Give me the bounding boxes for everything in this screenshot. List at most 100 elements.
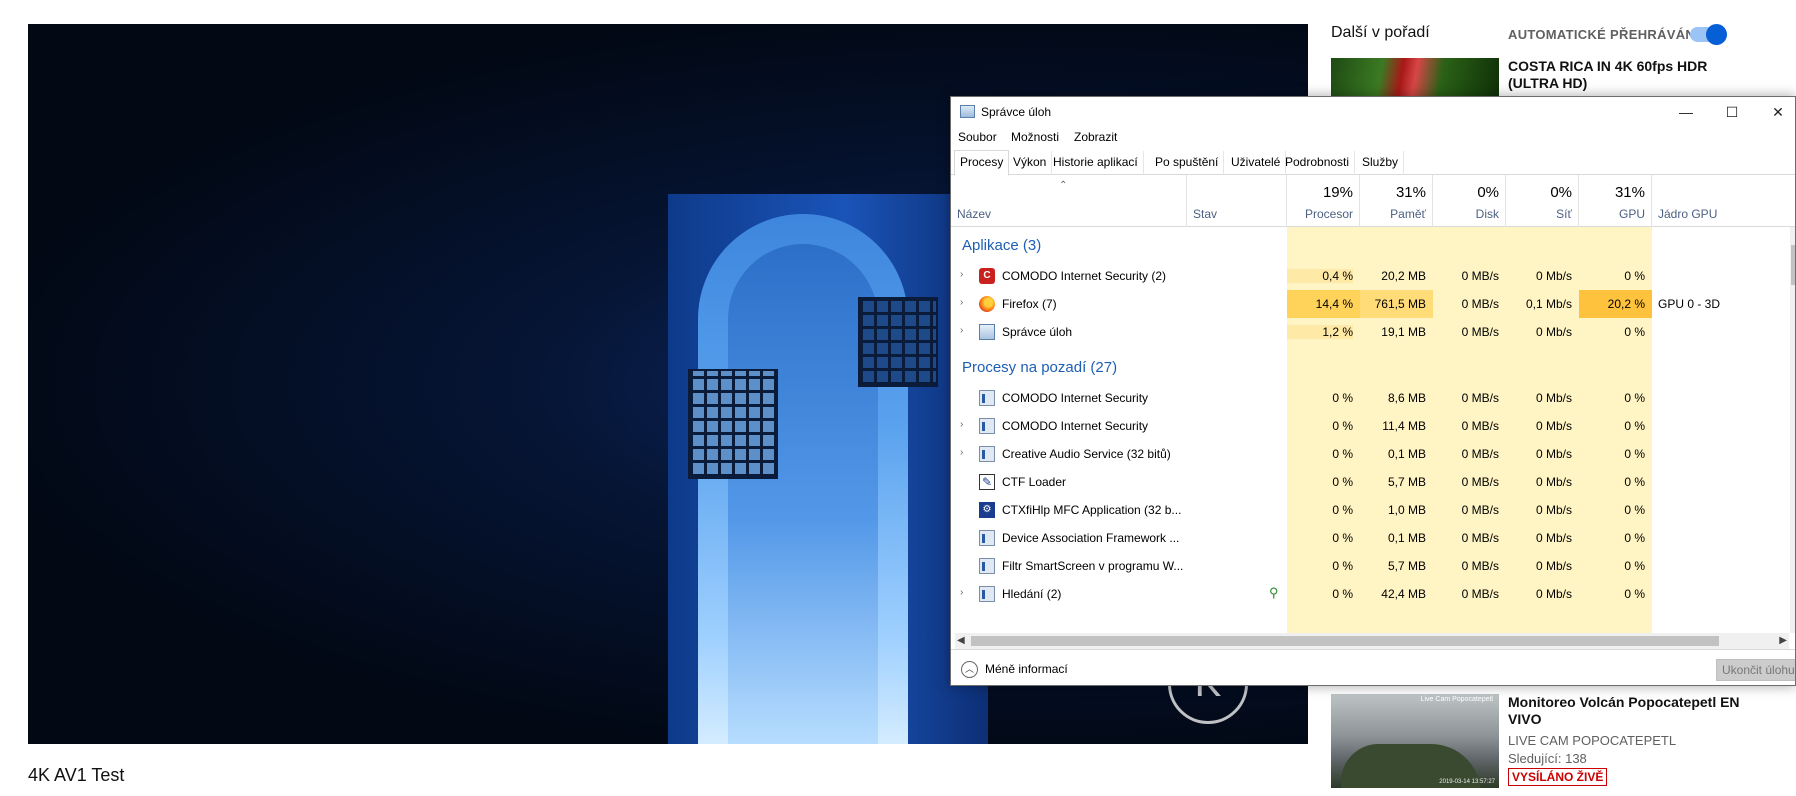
video-scene-doorway — [728, 244, 878, 744]
network-value: 0 Mb/s — [1535, 559, 1572, 573]
process-name: COMODO Internet Security (2) — [1002, 269, 1167, 283]
gpu-value: 0 % — [1624, 391, 1645, 405]
disk-value: 0 MB/s — [1461, 391, 1499, 405]
process-row[interactable]: Filtr SmartScreen v programu W... 0 % 5,… — [951, 552, 1791, 580]
gpu-value: 0 % — [1624, 475, 1645, 489]
autoplay-toggle[interactable] — [1690, 24, 1727, 45]
service-icon — [979, 390, 995, 406]
autoplay-label: AUTOMATICKÉ PŘEHRÁVÁNÍ — [1508, 27, 1700, 42]
network-value: 0 Mb/s — [1535, 447, 1572, 461]
gpu-value: 0 % — [1624, 447, 1645, 461]
vertical-scroll-thumb[interactable] — [1791, 245, 1795, 285]
recommendation-title[interactable]: Monitoreo Volcán Popocatepetl EN VIVO — [1508, 694, 1758, 728]
title-bar[interactable]: Správce úloh — ☐ ✕ — [951, 97, 1795, 127]
column-network[interactable]: 0% Síť — [1506, 175, 1579, 227]
column-disk[interactable]: 0% Disk — [1433, 175, 1506, 227]
end-task-button[interactable]: Ukončit úlohu — [1716, 659, 1795, 681]
process-name: CTXfiHlp MFC Application (32 b... — [1002, 503, 1182, 517]
recommendation-thumbnail[interactable] — [1331, 58, 1499, 98]
ctf-loader-icon: ✎ — [979, 474, 995, 490]
cpu-value: 14,4 % — [1315, 297, 1353, 311]
service-icon — [979, 446, 995, 462]
column-gpu-engine[interactable]: Jádro GPU — [1652, 175, 1792, 227]
column-status[interactable]: Stav — [1187, 175, 1287, 227]
service-icon — [979, 586, 995, 602]
autoplay-toggle-knob — [1706, 24, 1727, 45]
expand-chevron-icon[interactable]: › — [960, 325, 963, 336]
menu-item-file[interactable]: Soubor — [958, 130, 997, 144]
disk-value: 0 MB/s — [1461, 447, 1499, 461]
column-gpu[interactable]: 31% GPU — [1579, 175, 1652, 227]
disk-value: 0 MB/s — [1461, 531, 1499, 545]
column-header-row: ⌃ Název Stav 19% Procesor 31% Paměť 0% Disk… — [951, 175, 1795, 227]
network-value: 0 Mb/s — [1535, 531, 1572, 545]
process-row[interactable]: › Hledání (2) ⚲ 0 % 42,4 MB 0 MB/s 0 Mb/… — [951, 580, 1791, 608]
process-row[interactable]: ⚙ CTXfiHlp MFC Application (32 b... 0 % … — [951, 496, 1791, 524]
recommendation-channel[interactable]: LIVE CAM POPOCATEPETL — [1508, 733, 1676, 748]
process-name: Device Association Framework ... — [1002, 531, 1180, 545]
process-row[interactable]: › C COMODO Internet Security (2) 0,4 % 2… — [951, 262, 1791, 290]
process-name: Hledání (2) — [1002, 587, 1062, 601]
network-value: 0 Mb/s — [1535, 503, 1572, 517]
gpu-value: 0 % — [1624, 531, 1645, 545]
video-scene-window-right — [858, 297, 938, 387]
expand-chevron-icon[interactable]: › — [960, 297, 963, 308]
process-row[interactable]: › Firefox (7) 14,4 % 761,5 MB 0 MB/s 0,1… — [951, 290, 1791, 318]
memory-value: 5,7 MB — [1387, 559, 1426, 573]
memory-value: 1,0 MB — [1387, 503, 1426, 517]
process-row[interactable]: › Správce úloh 1,2 % 19,1 MB 0 MB/s 0 Mb… — [951, 318, 1791, 346]
recommendation-thumbnail[interactable]: Live Cam Popocatepetl 2019-03-14 13:57:2… — [1331, 694, 1499, 788]
expand-chevron-icon[interactable]: › — [960, 587, 963, 598]
menu-item-view[interactable]: Zobrazit — [1074, 130, 1117, 144]
column-name[interactable]: Název — [951, 175, 1187, 227]
maximize-button[interactable]: ☐ — [1709, 97, 1755, 127]
disk-value: 0 MB/s — [1461, 587, 1499, 601]
tab-details[interactable]: Podrobnosti — [1280, 151, 1356, 175]
memory-value: 0,1 MB — [1387, 447, 1426, 461]
task-manager-icon — [960, 105, 975, 118]
group-background-title: Procesy na pozadí (27) — [962, 359, 1118, 376]
scroll-right-arrow-icon[interactable]: ▶ — [1779, 633, 1787, 649]
tab-startup[interactable]: Po spuštění — [1150, 151, 1225, 175]
recommendation-viewers: Sledující: 138 — [1508, 751, 1587, 766]
chevron-up-circle-icon[interactable]: ︿ — [961, 661, 978, 678]
cpu-value: 0 % — [1332, 531, 1353, 545]
process-name: CTF Loader — [1002, 475, 1067, 489]
memory-value: 761,5 MB — [1374, 297, 1426, 311]
minimize-button[interactable]: — — [1663, 97, 1709, 127]
column-cpu[interactable]: 19% Procesor — [1287, 175, 1360, 227]
process-row[interactable]: › COMODO Internet Security 0 % 11,4 MB 0… — [951, 412, 1791, 440]
close-button[interactable]: ✕ — [1755, 97, 1795, 127]
process-row[interactable]: COMODO Internet Security 0 % 8,6 MB 0 MB… — [951, 384, 1791, 412]
process-row[interactable]: › Creative Audio Service (32 bitů) 0 % 0… — [951, 440, 1791, 468]
fewer-details-link[interactable]: Méně informací — [985, 662, 1068, 676]
memory-value: 20,2 MB — [1381, 269, 1426, 283]
process-name: Creative Audio Service (32 bitů) — [1002, 447, 1171, 461]
service-icon — [979, 418, 995, 434]
menu-item-options[interactable]: Možnosti — [1011, 130, 1059, 144]
thumbnail-timestamp: 2019-03-14 13:57:27 — [1439, 779, 1495, 785]
tab-users[interactable]: Uživatelé — [1226, 151, 1287, 175]
thumbnail-tag: Live Cam Popocatepetl — [1420, 696, 1493, 703]
expand-chevron-icon[interactable]: › — [960, 269, 963, 280]
process-row[interactable]: Device Association Framework ... 0 % 0,1… — [951, 524, 1791, 552]
memory-value: 42,4 MB — [1381, 587, 1426, 601]
gpu-value: 0 % — [1624, 503, 1645, 517]
column-memory[interactable]: 31% Paměť — [1360, 175, 1433, 227]
horizontal-scrollbar[interactable]: ◀ ▶ — [955, 633, 1789, 649]
process-row[interactable]: ✎ CTF Loader 0 % 5,7 MB 0 MB/s 0 Mb/s 0 … — [951, 468, 1791, 496]
tab-app-history[interactable]: Historie aplikací — [1048, 151, 1144, 175]
tab-performance[interactable]: Výkon — [1008, 151, 1053, 175]
cpu-value: 0 % — [1332, 391, 1353, 405]
horizontal-scroll-thumb[interactable] — [971, 636, 1719, 646]
scroll-left-arrow-icon[interactable]: ◀ — [957, 633, 965, 649]
tab-processes[interactable]: Procesy — [954, 150, 1010, 176]
expand-chevron-icon[interactable]: › — [960, 447, 963, 458]
tab-services[interactable]: Služby — [1357, 151, 1405, 175]
vertical-scrollbar[interactable] — [1790, 227, 1795, 633]
expand-chevron-icon[interactable]: › — [960, 419, 963, 430]
recommendation-title[interactable]: COSTA RICA IN 4K 60fps HDR (ULTRA HD) — [1508, 58, 1758, 92]
firefox-icon — [979, 296, 995, 312]
memory-value: 11,4 MB — [1382, 419, 1426, 433]
cpu-value: 0 % — [1332, 587, 1353, 601]
